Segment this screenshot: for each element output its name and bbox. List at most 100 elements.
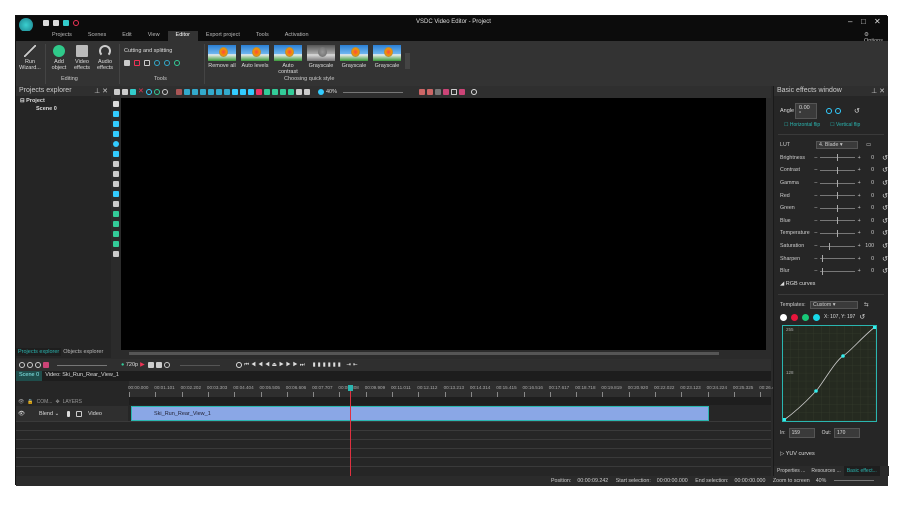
menu-view[interactable]: View bbox=[140, 31, 168, 41]
lut-dropdown[interactable]: 4. Blade ▾ bbox=[816, 141, 858, 150]
style-grayscale[interactable]: Grayscale bbox=[305, 45, 337, 69]
eye-icon[interactable]: 👁 bbox=[18, 411, 25, 417]
align-icon[interactable] bbox=[216, 89, 222, 95]
rotate-right-icon[interactable] bbox=[835, 108, 841, 114]
reset-icon[interactable]: ↺ bbox=[882, 242, 888, 250]
snap-icon[interactable] bbox=[419, 89, 426, 95]
slider-thumb[interactable] bbox=[837, 179, 839, 187]
menu-projects[interactable]: Projects bbox=[44, 31, 80, 41]
resize-icon[interactable] bbox=[240, 89, 246, 95]
reset-icon[interactable]: ↺ bbox=[882, 217, 888, 225]
timeline-zoom-slider[interactable] bbox=[57, 364, 107, 366]
magnet-icon[interactable] bbox=[459, 89, 466, 95]
pin-close-icon[interactable]: ⊥ ✕ bbox=[94, 87, 108, 95]
slider-thumb[interactable] bbox=[837, 204, 839, 212]
tab-objects-explorer[interactable]: Objects explorer bbox=[61, 348, 105, 356]
undo-icon[interactable] bbox=[154, 89, 160, 95]
clock-icon[interactable] bbox=[236, 362, 243, 368]
blend-dropdown[interactable]: Blend ⌄ bbox=[31, 411, 61, 417]
channel-red[interactable] bbox=[791, 313, 798, 321]
pointer-icon[interactable] bbox=[113, 101, 119, 107]
copy-icon[interactable] bbox=[122, 89, 128, 95]
vertical-flip-checkbox[interactable]: ☐ Vertical flip bbox=[830, 122, 860, 128]
templates-dropdown[interactable]: Custom ▾ bbox=[810, 300, 858, 309]
rotate-left-icon[interactable] bbox=[826, 108, 832, 114]
folder-icon[interactable]: ▭ bbox=[866, 142, 871, 148]
decrease-button[interactable]: – bbox=[814, 256, 817, 262]
style-remove-all[interactable]: Remove all bbox=[206, 45, 238, 69]
trim-icon[interactable] bbox=[134, 60, 140, 66]
paste-icon[interactable] bbox=[130, 89, 136, 95]
balloon-icon[interactable] bbox=[113, 181, 119, 187]
video-clip[interactable]: Ski_Run_Rear_View_1 bbox=[131, 406, 709, 421]
out-input[interactable]: 170 bbox=[834, 428, 861, 439]
rotate-right-icon[interactable] bbox=[164, 60, 170, 66]
reset-icon[interactable]: ↺ bbox=[882, 204, 888, 212]
zoom-in-icon[interactable] bbox=[19, 362, 25, 368]
maximize-button[interactable]: □ bbox=[861, 17, 866, 26]
decrease-button[interactable]: – bbox=[814, 243, 817, 249]
move-icon[interactable] bbox=[113, 251, 119, 257]
param-slider[interactable] bbox=[820, 166, 855, 174]
reset-icon[interactable]: ↺ bbox=[882, 179, 888, 187]
tab-projects-explorer[interactable]: Projects explorer bbox=[16, 348, 62, 356]
time-ruler[interactable]: 00:00.000 00:01.101 00:02.202 00:03.303 00:0… bbox=[128, 381, 780, 397]
move-icon[interactable]: ✥ bbox=[55, 399, 59, 405]
curve-graph[interactable] bbox=[783, 326, 876, 422]
chart-icon[interactable] bbox=[113, 191, 119, 197]
reset-icon[interactable]: ↺ bbox=[882, 229, 888, 237]
param-slider[interactable] bbox=[820, 255, 855, 263]
refresh-icon[interactable] bbox=[164, 362, 171, 368]
reset-icon[interactable]: ↺ bbox=[882, 267, 888, 275]
slider-thumb[interactable] bbox=[837, 229, 839, 237]
loop-icon[interactable] bbox=[156, 362, 163, 368]
reset-icon[interactable]: ↺ bbox=[882, 192, 888, 200]
zoom-fit-icon[interactable] bbox=[318, 89, 324, 95]
param-slider[interactable] bbox=[820, 242, 855, 250]
style-grayscale-3[interactable]: Grayscale bbox=[371, 45, 403, 69]
channel-white[interactable] bbox=[780, 313, 787, 321]
param-slider[interactable] bbox=[820, 154, 855, 162]
preview-h-scrollbar[interactable] bbox=[121, 350, 766, 357]
slider-thumb[interactable] bbox=[828, 242, 830, 250]
add-object-button[interactable]: Add object bbox=[48, 43, 70, 71]
param-slider[interactable] bbox=[820, 267, 855, 275]
text-icon[interactable] bbox=[113, 111, 119, 117]
param-slider[interactable] bbox=[820, 229, 855, 237]
cut-icon[interactable] bbox=[114, 89, 120, 95]
reset-icon[interactable]: ↺ bbox=[854, 107, 860, 115]
quality-dropdown[interactable]: ● 720p bbox=[121, 362, 138, 368]
decrease-button[interactable]: – bbox=[814, 218, 817, 224]
snap-icon[interactable] bbox=[427, 89, 434, 95]
split-controls[interactable]: ▮▮▮▮▮▮ ⇥⇤ bbox=[313, 362, 360, 368]
subtitle-icon[interactable] bbox=[113, 171, 119, 177]
decrease-button[interactable]: – bbox=[814, 155, 817, 161]
group-icon[interactable] bbox=[296, 89, 302, 95]
decrease-button[interactable]: – bbox=[814, 167, 817, 173]
minimize-button[interactable]: – bbox=[848, 17, 852, 26]
resize-icon[interactable] bbox=[232, 89, 238, 95]
arrow-up-icon[interactable] bbox=[264, 89, 270, 95]
export-icon[interactable] bbox=[63, 20, 69, 26]
channel-green[interactable] bbox=[802, 313, 809, 321]
play-preview-icon[interactable]: ▶ bbox=[140, 362, 146, 368]
gallery-scroll[interactable] bbox=[405, 53, 410, 69]
arrow-down-icon[interactable] bbox=[288, 89, 294, 95]
circle-icon[interactable] bbox=[146, 89, 152, 95]
zoom-to-screen-button[interactable]: Zoom to screen bbox=[773, 478, 810, 484]
grid-icon[interactable] bbox=[176, 89, 182, 95]
decrease-button[interactable]: – bbox=[814, 268, 817, 274]
in-input[interactable]: 159 bbox=[788, 428, 815, 439]
record-icon[interactable] bbox=[73, 20, 79, 26]
param-slider[interactable] bbox=[820, 204, 855, 212]
yuv-curves-section[interactable]: ▷ YUV curves bbox=[774, 442, 888, 457]
horizontal-flip-checkbox[interactable]: ☐ Horizontal flip bbox=[784, 122, 820, 128]
save-icon[interactable] bbox=[53, 20, 59, 26]
zoom-slider[interactable] bbox=[343, 91, 404, 93]
style-auto-contrast[interactable]: Auto contrast bbox=[272, 45, 304, 75]
pin-close-icon[interactable]: ⊥ ✕ bbox=[871, 87, 885, 95]
channel-blue[interactable] bbox=[813, 313, 820, 321]
align-icon[interactable] bbox=[200, 89, 206, 95]
slider-thumb[interactable] bbox=[837, 192, 839, 200]
shape-icon[interactable] bbox=[113, 151, 119, 157]
